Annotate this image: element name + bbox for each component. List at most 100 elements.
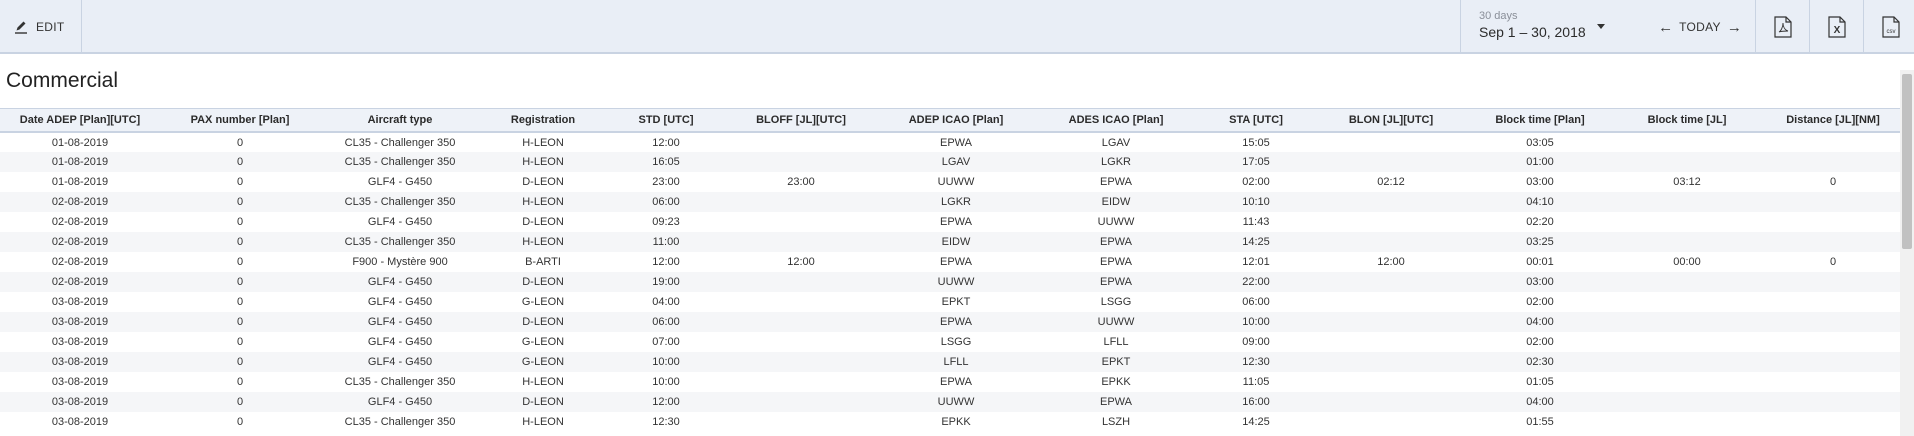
table-row[interactable]: 03-08-2019 0 GLF4 - G450 D-LEON 06:00 EPWA UUW… bbox=[0, 312, 1900, 332]
table-cell bbox=[1760, 152, 1900, 172]
column-header[interactable]: ADES ICAO [Plan] bbox=[1036, 109, 1196, 133]
table-cell: EPWA bbox=[940, 216, 972, 228]
table-row[interactable]: 02-08-2019 0 CL35 - Challenger 350 H-LEON 11… bbox=[0, 232, 1900, 252]
table-cell: 03-08-2019 bbox=[51, 376, 109, 388]
table-cell: 0 bbox=[236, 376, 244, 388]
date-range-picker[interactable]: 30 days Sep 1 – 30, 2018 bbox=[1460, 0, 1645, 54]
table-cell bbox=[726, 152, 876, 172]
export-csv-button[interactable]: csv bbox=[1863, 0, 1914, 54]
table-row[interactable]: 03-08-2019 0 CL35 - Challenger 350 H-LEON 10… bbox=[0, 372, 1900, 392]
column-header[interactable]: STD [UTC] bbox=[606, 109, 726, 133]
table-cell: CL35 - Challenger 350 bbox=[320, 152, 480, 172]
table-cell bbox=[1760, 232, 1900, 252]
table-cell bbox=[726, 272, 876, 292]
table-cell: 04:10 bbox=[1466, 192, 1614, 212]
table-cell: 16:05 bbox=[606, 152, 726, 172]
table-cell bbox=[726, 232, 876, 252]
table-cell: 02:00 bbox=[1242, 176, 1270, 188]
table-row[interactable]: 03-08-2019 0 CL35 - Challenger 350 H-LEON 12… bbox=[0, 412, 1900, 432]
table-cell: GLF4 - G450 bbox=[367, 336, 433, 348]
column-header[interactable]: PAX number [Plan] bbox=[160, 109, 320, 133]
pencil-icon bbox=[15, 21, 27, 34]
column-header[interactable]: Block time [Plan] bbox=[1466, 109, 1614, 133]
section-title: Commercial bbox=[6, 69, 119, 92]
table-row[interactable]: 01-08-2019 0 CL35 - Challenger 350 H-LEON 12… bbox=[0, 132, 1900, 152]
table-cell bbox=[1316, 352, 1466, 372]
vertical-scrollbar[interactable] bbox=[1900, 70, 1914, 436]
table-cell: 10:00 bbox=[606, 352, 726, 372]
table-row[interactable]: 02-08-2019 0 F900 - Mystère 900 B-ARTI 12:00… bbox=[0, 252, 1900, 272]
table-row[interactable]: 03-08-2019 0 GLF4 - G450 D-LEON 12:00 UUWW EPW… bbox=[0, 392, 1900, 412]
chevron-down-icon bbox=[1597, 24, 1605, 29]
table-cell: H-LEON bbox=[480, 152, 606, 172]
table-cell bbox=[726, 412, 876, 432]
column-header[interactable]: Distance [JL][NM] bbox=[1760, 109, 1900, 133]
column-header[interactable]: BLON [JL][UTC] bbox=[1316, 109, 1466, 133]
table-cell bbox=[1614, 192, 1760, 212]
table-cell: 0 bbox=[160, 272, 320, 292]
table-cell: 0 bbox=[1829, 176, 1837, 188]
table-cell bbox=[1760, 272, 1900, 292]
toolbar: EDIT 30 days Sep 1 – 30, 2018 ← TODAY → … bbox=[0, 0, 1914, 54]
table-cell bbox=[726, 212, 876, 232]
export-pdf-button[interactable] bbox=[1755, 0, 1809, 54]
table-cell: B-ARTI bbox=[525, 256, 561, 268]
table-cell: 06:00 bbox=[606, 192, 726, 212]
table-cell: 23:00 bbox=[652, 176, 680, 188]
table-row[interactable]: 03-08-2019 0 GLF4 - G450 G-LEON 10:00 LFLL EPK… bbox=[0, 352, 1900, 372]
table-row[interactable]: 02-08-2019 0 GLF4 - G450 D-LEON 09:23 EPWA UUW… bbox=[0, 212, 1900, 232]
table-cell bbox=[1614, 292, 1760, 312]
table-cell: 0 bbox=[236, 256, 244, 268]
table-row[interactable]: 03-08-2019 0 GLF4 - G450 G-LEON 04:00 EPKT LSG… bbox=[0, 292, 1900, 312]
table-row[interactable]: 03-08-2019 0 GLF4 - G450 G-LEON 07:00 LSGG LFL… bbox=[0, 332, 1900, 352]
scrollbar-thumb[interactable] bbox=[1902, 74, 1912, 249]
table-cell: 03-08-2019 bbox=[51, 416, 109, 428]
table-row[interactable]: 01-08-2019 0 CL35 - Challenger 350 H-LEON 16… bbox=[0, 152, 1900, 172]
table-cell: D-LEON bbox=[480, 312, 606, 332]
column-header[interactable]: Date ADEP [Plan][UTC] bbox=[0, 109, 160, 133]
table-cell: 03:00 bbox=[1526, 176, 1554, 188]
table-cell: 12:00 bbox=[652, 256, 680, 268]
today-button[interactable]: TODAY bbox=[1679, 20, 1721, 34]
export-excel-button[interactable]: X bbox=[1809, 0, 1863, 54]
table-cell bbox=[1614, 232, 1760, 252]
table-cell bbox=[1614, 312, 1760, 332]
table-cell: 09:23 bbox=[652, 216, 680, 228]
next-period-arrow-icon[interactable]: → bbox=[1721, 19, 1748, 36]
table-row[interactable]: 02-08-2019 0 CL35 - Challenger 350 H-LEON 06… bbox=[0, 192, 1900, 212]
prev-period-arrow-icon[interactable]: ← bbox=[1652, 19, 1679, 36]
table-cell: UUWW bbox=[876, 272, 1036, 292]
table-cell bbox=[1316, 232, 1466, 252]
table-cell bbox=[1614, 212, 1760, 232]
table-cell: 11:00 bbox=[606, 232, 726, 252]
table-cell: GLF4 - G450 bbox=[320, 352, 480, 372]
column-header[interactable]: BLOFF [JL][UTC] bbox=[726, 109, 876, 133]
table-cell bbox=[1760, 212, 1900, 232]
table-cell: 10:10 bbox=[1196, 192, 1316, 212]
table-cell: 14:25 bbox=[1196, 232, 1316, 252]
table-cell bbox=[1316, 132, 1466, 152]
table-row[interactable]: 01-08-2019 0 GLF4 - G450 D-LEON 23:00 23:00 UU… bbox=[0, 172, 1900, 192]
table-cell: LSZH bbox=[1101, 416, 1131, 428]
column-header[interactable]: Aircraft type bbox=[320, 109, 480, 133]
table-cell bbox=[1614, 132, 1760, 152]
table-cell: EPWA bbox=[940, 376, 972, 388]
column-header[interactable]: Block time [JL] bbox=[1614, 109, 1760, 133]
column-header[interactable]: ADEP ICAO [Plan] bbox=[876, 109, 1036, 133]
table-cell: 10:00 bbox=[1196, 312, 1316, 332]
column-header[interactable]: Registration bbox=[480, 109, 606, 133]
table-cell: 0 bbox=[236, 136, 244, 149]
table-cell: EPWA bbox=[1036, 392, 1196, 412]
table-cell: 02-08-2019 bbox=[0, 272, 160, 292]
table-cell: 02-08-2019 bbox=[0, 232, 160, 252]
table-cell: 12:00 bbox=[787, 256, 815, 268]
table-row[interactable]: 02-08-2019 0 GLF4 - G450 D-LEON 19:00 UUWW EPW… bbox=[0, 272, 1900, 292]
column-header[interactable]: STA [UTC] bbox=[1196, 109, 1316, 133]
table-cell: 0 bbox=[160, 152, 320, 172]
table-cell bbox=[1316, 332, 1466, 352]
table-cell: CL35 - Challenger 350 bbox=[344, 376, 456, 388]
edit-button[interactable]: EDIT bbox=[0, 0, 82, 54]
table-cell: EPWA bbox=[876, 312, 1036, 332]
table-cell: D-LEON bbox=[480, 272, 606, 292]
table-cell: LSGG bbox=[940, 336, 972, 348]
